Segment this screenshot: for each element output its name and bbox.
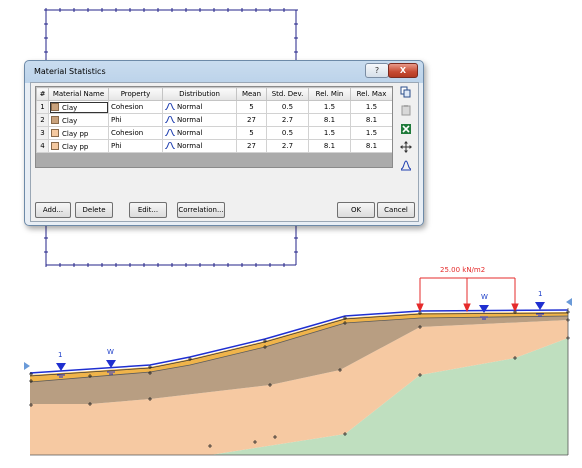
table-header-row: # Material Name Property Distribution Me… (36, 87, 392, 101)
table-row[interactable]: 4 Clay pp Phi Normal 27 2.7 8.1 8.1 (36, 139, 392, 153)
row-number: 1 (36, 100, 49, 114)
mean-cell[interactable]: 5 (236, 126, 267, 140)
rel-min-cell[interactable]: 1.5 (308, 100, 351, 114)
delete-button[interactable]: Delete (75, 202, 113, 218)
material-table: # Material Name Property Distribution Me… (36, 87, 392, 153)
correlation-button[interactable]: Correlation... (177, 202, 225, 218)
add-button[interactable]: Add... (35, 202, 71, 218)
water-label-right-w: W (481, 293, 488, 301)
distribution-label: Normal (177, 129, 203, 137)
material-name-cell[interactable]: Clay pp (48, 139, 109, 153)
normal-distribution-icon (165, 116, 175, 123)
std-dev-cell[interactable]: 2.7 (266, 139, 309, 153)
rel-max-cell[interactable]: 1.5 (350, 100, 392, 114)
dialog-titlebar[interactable]: Material Statistics ? X (25, 61, 423, 81)
col-header-material-name[interactable]: Material Name (48, 87, 109, 101)
material-statistics-dialog: Material Statistics ? X # Material Name … (24, 60, 424, 226)
material-color-swatch (51, 115, 59, 124)
water-label-left-number: 1 (58, 351, 63, 359)
dialog-content: # Material Name Property Distribution Me… (30, 82, 419, 222)
distribution-cell[interactable]: Normal (162, 139, 237, 153)
copy-icon[interactable] (399, 86, 413, 99)
material-color-swatch (51, 128, 59, 137)
rel-min-cell[interactable]: 8.1 (308, 113, 351, 127)
mean-cell[interactable]: 27 (236, 139, 267, 153)
help-button[interactable]: ? (365, 63, 389, 78)
rel-max-cell[interactable]: 1.5 (350, 126, 392, 140)
rel-min-cell[interactable]: 8.1 (308, 139, 351, 153)
row-number: 4 (36, 139, 49, 153)
excel-icon[interactable] (399, 123, 413, 136)
cancel-button[interactable]: Cancel (377, 202, 415, 218)
distribution-cell[interactable]: Normal (162, 100, 237, 114)
distribution-label: Normal (177, 142, 203, 150)
distributed-load (416, 277, 519, 313)
edit-button[interactable]: Edit... (129, 202, 167, 218)
col-header-num[interactable]: # (36, 87, 49, 101)
close-button[interactable]: X (388, 63, 418, 78)
std-dev-cell[interactable]: 2.7 (266, 113, 309, 127)
col-header-distribution[interactable]: Distribution (162, 87, 237, 101)
dialog-title: Material Statistics (34, 67, 106, 76)
material-name-cell[interactable]: Clay (48, 100, 109, 114)
std-dev-cell[interactable]: 0.5 (266, 100, 309, 114)
col-header-rel-min[interactable]: Rel. Min (308, 87, 351, 101)
property-cell[interactable]: Cohesion (108, 126, 163, 140)
normal-distribution-icon (165, 142, 175, 149)
distribution-cell[interactable]: Normal (162, 126, 237, 140)
move-icon[interactable] (399, 141, 413, 154)
property-cell[interactable]: Phi (108, 139, 163, 153)
table-row[interactable]: 3 Clay pp Cohesion Normal 5 0.5 1.5 1.5 (36, 126, 392, 140)
rel-max-cell[interactable]: 8.1 (350, 113, 392, 127)
mean-cell[interactable]: 5 (236, 100, 267, 114)
water-label-right-number: 1 (538, 290, 543, 298)
material-name: Clay pp (62, 142, 89, 151)
material-color-swatch (51, 141, 59, 150)
col-header-property[interactable]: Property (108, 87, 163, 101)
normal-distribution-icon (165, 129, 175, 136)
load-magnitude-label: 25.00 kN/m2 (440, 266, 486, 274)
paste-icon[interactable] (399, 104, 413, 117)
material-name: Clay (62, 103, 78, 112)
mean-cell[interactable]: 27 (236, 113, 267, 127)
distribution-cell[interactable]: Normal (162, 113, 237, 127)
col-header-std-dev[interactable]: Std. Dev. (266, 87, 309, 101)
table-row[interactable]: 1 Clay Cohesion Normal 5 0.5 1.5 1.5 (36, 100, 392, 114)
water-label-left-w: W (107, 348, 114, 356)
material-color-swatch (51, 102, 59, 111)
table-row[interactable]: 2 Clay Phi Normal 27 2.7 8.1 8.1 (36, 113, 392, 127)
distribution-label: Normal (177, 116, 203, 124)
std-dev-cell[interactable]: 0.5 (266, 126, 309, 140)
rel-max-cell[interactable]: 8.1 (350, 139, 392, 153)
material-name: Clay pp (62, 129, 89, 138)
ok-button[interactable]: OK (337, 202, 375, 218)
material-name-cell[interactable]: Clay pp (48, 126, 109, 140)
rel-min-cell[interactable]: 1.5 (308, 126, 351, 140)
distribution-icon[interactable] (399, 159, 413, 172)
distribution-label: Normal (177, 103, 203, 111)
property-cell[interactable]: Phi (108, 113, 163, 127)
property-cell[interactable]: Cohesion (108, 100, 163, 114)
col-header-mean[interactable]: Mean (236, 87, 267, 101)
material-grid: # Material Name Property Distribution Me… (35, 86, 393, 168)
normal-distribution-icon (165, 103, 175, 110)
material-name: Clay (62, 116, 78, 125)
material-name-cell[interactable]: Clay (48, 113, 109, 127)
col-header-rel-max[interactable]: Rel. Max (350, 87, 392, 101)
row-number: 2 (36, 113, 49, 127)
row-number: 3 (36, 126, 49, 140)
